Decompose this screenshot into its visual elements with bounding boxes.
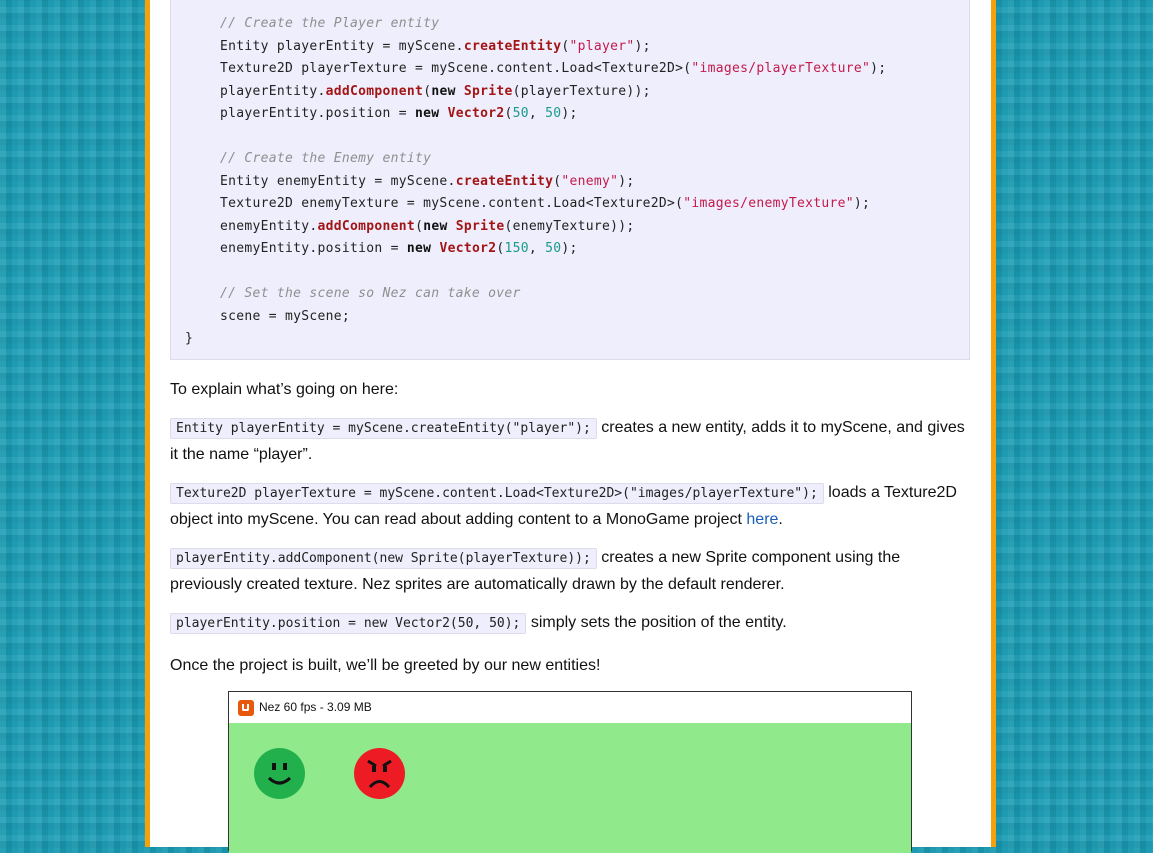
code-line-load-player-texture: Texture2D playerTexture = myScene.conten… [220, 61, 886, 76]
code-token: , [528, 106, 546, 121]
monogame-icon [238, 700, 254, 716]
code-line-load-enemy-texture: Texture2D enemyTexture = myScene.content… [220, 196, 870, 211]
code-token: 50 [545, 106, 562, 121]
game-window-screenshot: Nez 60 fps - 3.09 MB [228, 691, 912, 853]
code-token: 150 [504, 241, 529, 256]
here-link[interactable]: here [746, 511, 778, 528]
window-titlebar: Nez 60 fps - 3.09 MB [229, 692, 911, 723]
code-token: ); [853, 196, 871, 211]
code-token: Texture2D playerTexture = myScene.conten… [220, 61, 692, 76]
code-token: (enemyTexture)); [504, 219, 635, 234]
code-token: ); [634, 39, 651, 54]
code-token: "images/enemyTexture" [683, 196, 854, 211]
code-token: 50 [512, 106, 529, 121]
code-token: ); [561, 241, 578, 256]
code-token: "images/playerTexture" [691, 61, 871, 76]
code-token: // Set the scene so Nez can take over [220, 286, 521, 301]
code-token: // Create the Enemy entity [220, 151, 432, 166]
code-token: , [528, 241, 546, 256]
code-token: (playerTexture)); [512, 84, 651, 99]
inline-code: Texture2D playerTexture = myScene.conten… [170, 483, 824, 504]
outro-text: Once the project is built, we’ll be gree… [170, 657, 601, 674]
inline-code: Entity playerEntity = myScene.createEnti… [170, 418, 597, 439]
code-token: createEntity [455, 174, 554, 189]
code-line-enemy-comment: // Create the Enemy entity [220, 151, 431, 166]
code-token: "enemy" [561, 174, 619, 189]
game-area [229, 723, 911, 853]
code-line-scene-comment: // Set the scene so Nez can take over [220, 286, 521, 301]
code-line-add-enemy-sprite: enemyEntity.addComponent(new Sprite(enem… [220, 219, 635, 234]
code-token: Vector2 [447, 106, 505, 121]
code-line-create-player: Entity playerEntity = myScene.createEnti… [220, 39, 651, 54]
code-token: addComponent [325, 84, 424, 99]
code-token: ); [561, 106, 578, 121]
window-title: Nez 60 fps - 3.09 MB [259, 700, 372, 714]
explanation-add-component: playerEntity.addComponent(new Sprite(pla… [170, 545, 970, 598]
code-line-player-comment: // Create the Player entity [220, 16, 439, 31]
code-line-add-player-sprite: playerEntity.addComponent(new Sprite(pla… [220, 84, 651, 99]
code-token: createEntity [463, 39, 562, 54]
code-line-enemy-position: enemyEntity.position = new Vector2(150, … [220, 241, 578, 256]
code-token: new [423, 219, 448, 234]
article-page: // Create the Player entity Entity playe… [145, 0, 996, 853]
code-token: new [406, 241, 432, 256]
explanation-create-entity: Entity playerEntity = myScene.createEnti… [170, 415, 970, 468]
inline-code: playerEntity.position = new Vector2(50, … [170, 613, 527, 634]
code-line-create-enemy: Entity enemyEntity = myScene.createEntit… [220, 174, 635, 189]
code-block: // Create the Player entity Entity playe… [170, 0, 970, 360]
code-token: // Create the Player entity [220, 16, 440, 31]
code-token: "player" [569, 39, 635, 54]
angry-face-icon [354, 748, 405, 799]
code-token: new [415, 106, 440, 121]
code-token: scene = myScene; [220, 309, 351, 324]
code-token: ); [618, 174, 635, 189]
code-token: addComponent [317, 219, 416, 234]
explanation-text: . [778, 511, 783, 528]
code-token: 50 [545, 241, 562, 256]
code-token: Texture2D enemyTexture = myScene.content… [220, 196, 684, 211]
explanation-text: simply sets the position of the entity. [526, 614, 787, 631]
code-token: Entity playerEntity = myScene. [220, 39, 464, 54]
code-token: enemyEntity.position = [220, 241, 407, 256]
code-token: ( [504, 106, 513, 121]
explanation-load-texture: Texture2D playerTexture = myScene.conten… [170, 480, 970, 533]
code-token: Sprite [463, 84, 513, 99]
happy-face-icon [254, 748, 305, 799]
code-token: Vector2 [439, 241, 497, 256]
code-token: } [185, 331, 194, 346]
code-line-player-position: playerEntity.position = new Vector2(50, … [220, 106, 578, 121]
code-token: playerEntity. [220, 84, 326, 99]
code-token: Entity enemyEntity = myScene. [220, 174, 456, 189]
code-line-set-scene: scene = myScene; [220, 309, 350, 324]
code-token: ( [415, 219, 424, 234]
code-token: enemyEntity. [220, 219, 318, 234]
code-token: playerEntity.position = [220, 106, 416, 121]
explanation-position: playerEntity.position = new Vector2(50, … [170, 610, 970, 637]
explain-intro: To explain what’s going on here: [170, 381, 399, 398]
code-line-closing-brace: } [185, 331, 193, 346]
code-token: Sprite [455, 219, 505, 234]
code-token: ); [870, 61, 887, 76]
inline-code: playerEntity.addComponent(new Sprite(pla… [170, 548, 597, 569]
code-token: new [431, 84, 456, 99]
